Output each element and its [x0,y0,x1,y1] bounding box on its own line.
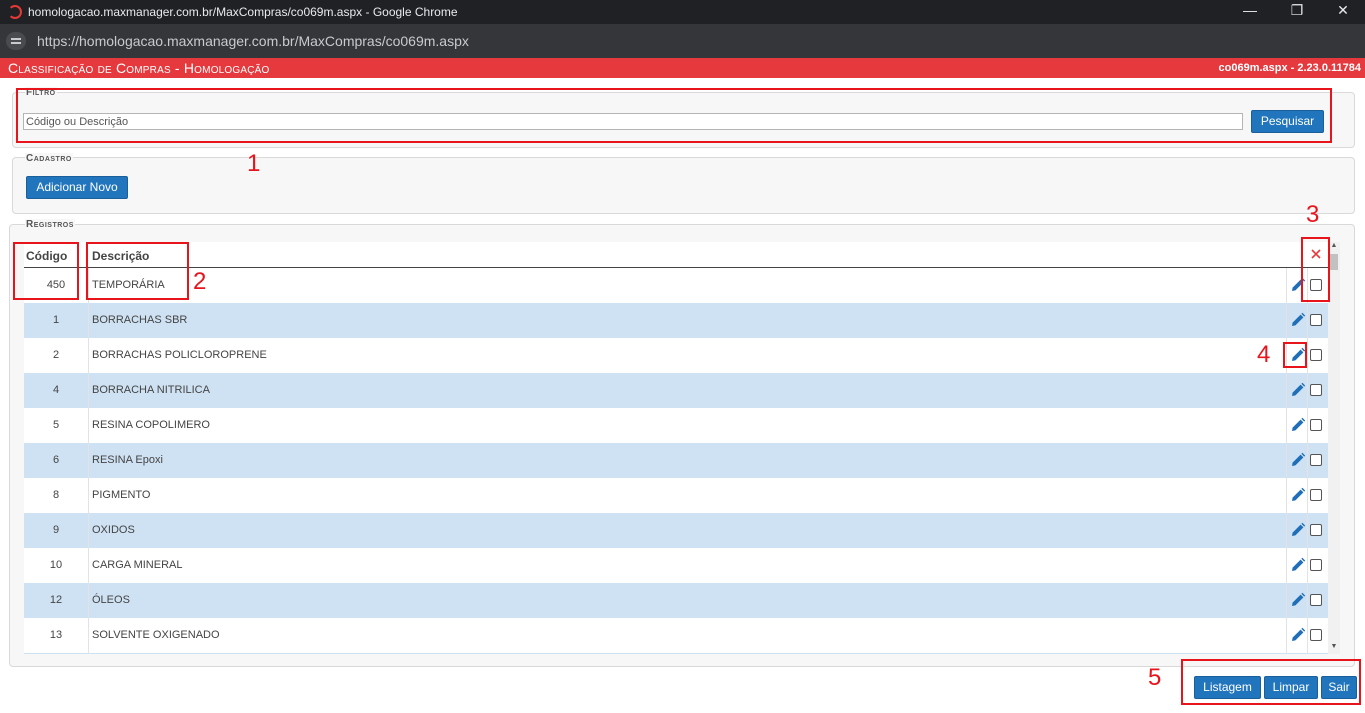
table-row[interactable]: 12 ÓLEOS [24,583,1328,618]
edit-pencil-icon[interactable] [1289,312,1306,329]
edit-pencil-icon[interactable] [1289,382,1306,399]
edit-pencil-icon[interactable] [1289,592,1306,609]
scroll-thumb[interactable] [1330,254,1338,270]
column-divider [1286,268,1287,654]
annotation-number: 4 [1257,341,1271,368]
scroll-down-icon[interactable]: ▼ [1328,643,1340,650]
site-favicon-icon [8,5,22,19]
row-description: RESINA Epoxi [92,454,163,466]
row-code: 8 [52,489,60,501]
row-select-checkbox[interactable] [1310,524,1322,536]
row-description: OXIDOS [92,524,135,536]
edit-pencil-icon[interactable] [1289,487,1306,504]
column-divider [1307,268,1308,654]
annotation-number: 2 [193,268,207,295]
annotation-box-edit [1283,342,1307,368]
row-select-checkbox[interactable] [1310,349,1322,361]
row-code: 13 [49,629,63,641]
row-description: ÓLEOS [92,594,130,606]
version-label: co069m.aspx - 2.23.0.11784 [1218,62,1362,74]
table-header: Código Descrição [24,242,1328,268]
edit-pencil-icon[interactable] [1289,522,1306,539]
row-code: 6 [52,454,60,466]
row-select-checkbox[interactable] [1310,314,1322,326]
annotation-box-footer [1181,659,1361,705]
site-settings-icon[interactable] [6,32,26,50]
edit-pencil-icon[interactable] [1289,452,1306,469]
edit-pencil-icon[interactable] [1289,417,1306,434]
close-window-icon[interactable]: ✕ [1333,2,1353,19]
registros-legend: Registros [25,219,75,230]
table-row[interactable]: 13 SOLVENTE OXIGENADO [24,618,1328,653]
table-row[interactable]: 8 PIGMENTO [24,478,1328,513]
row-select-checkbox[interactable] [1310,559,1322,571]
row-description: BORRACHA NITRILICA [92,384,210,396]
row-description: BORRACHAS POLICLOROPRENE [92,349,267,361]
table-row[interactable]: 10 CARGA MINERAL [24,548,1328,583]
row-description: CARGA MINERAL [92,559,183,571]
row-code: 10 [49,559,63,571]
row-select-checkbox[interactable] [1310,489,1322,501]
row-code: 12 [49,594,63,606]
row-code: 2 [52,349,60,361]
annotation-number: 1 [247,150,261,177]
row-select-checkbox[interactable] [1310,419,1322,431]
row-code: 1 [52,314,60,326]
window-title: homologacao.maxmanager.com.br/MaxCompras… [28,5,458,19]
row-description: RESINA COPOLIMERO [92,419,210,431]
cadastro-fieldset [12,157,1355,214]
annotation-box-code [13,242,79,300]
row-description: PIGMENTO [92,489,151,501]
table-row[interactable]: 4 BORRACHA NITRILICA [24,373,1328,408]
address-bar: https://homologacao.maxmanager.com.br/Ma… [0,24,1365,58]
column-divider [88,268,89,654]
app-header: Classificação de Compras - Homologação c… [0,58,1365,78]
url-text[interactable]: https://homologacao.maxmanager.com.br/Ma… [37,33,469,49]
row-select-checkbox[interactable] [1310,454,1322,466]
edit-pencil-icon[interactable] [1289,627,1306,644]
browser-title-bar: homologacao.maxmanager.com.br/MaxCompras… [0,0,1365,24]
annotation-box-delete [1301,237,1330,302]
annotation-box-description [86,242,189,300]
row-description: BORRACHAS SBR [92,314,188,326]
row-description: SOLVENTE OXIGENADO [92,629,220,641]
cadastro-legend: Cadastro [25,153,73,164]
table-scrollbar[interactable]: ▲ ▼ [1328,242,1340,654]
table-row[interactable]: 450 TEMPORÁRIA [24,268,1328,303]
edit-pencil-icon[interactable] [1289,557,1306,574]
row-select-checkbox[interactable] [1310,629,1322,641]
table-row[interactable]: 9 OXIDOS [24,513,1328,548]
table-row[interactable]: 6 RESINA Epoxi [24,443,1328,478]
row-select-checkbox[interactable] [1310,384,1322,396]
table-row [24,653,1328,654]
row-code: 4 [52,384,60,396]
records-table: Código Descrição 450 TEMPORÁRIA 1 BORRACHAS… [24,242,1328,654]
annotation-number: 5 [1148,664,1162,691]
annotation-box-filter [16,88,1332,143]
minimize-icon[interactable]: — [1240,2,1260,18]
annotation-number: 3 [1306,201,1320,228]
table-row[interactable]: 2 BORRACHAS POLICLOROPRENE [24,338,1328,373]
row-code: 9 [52,524,60,536]
table-row[interactable]: 1 BORRACHAS SBR [24,303,1328,338]
restore-icon[interactable]: ❐ [1287,2,1307,19]
table-row[interactable]: 5 RESINA COPOLIMERO [24,408,1328,443]
row-select-checkbox[interactable] [1310,594,1322,606]
add-new-button[interactable]: Adicionar Novo [26,176,128,199]
row-code: 5 [52,419,60,431]
page-title: Classificação de Compras - Homologação [8,60,270,76]
